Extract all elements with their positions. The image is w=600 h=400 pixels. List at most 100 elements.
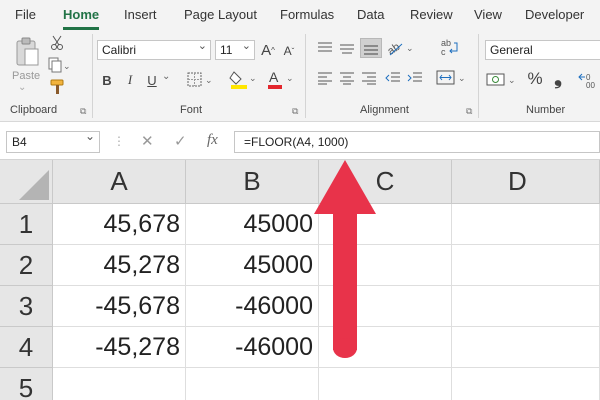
accounting-format-icon[interactable]: ⌄ xyxy=(486,70,520,90)
cell-b2[interactable]: 45000 xyxy=(186,245,319,286)
cell-b5[interactable] xyxy=(186,368,319,400)
cell-a3[interactable]: -45,678 xyxy=(53,286,186,327)
tab-file[interactable]: File xyxy=(15,7,36,22)
cell-b1[interactable]: 45000 xyxy=(186,204,319,245)
group-divider xyxy=(305,34,306,118)
svg-text:00: 00 xyxy=(586,81,595,89)
shrink-font-button[interactable]: Aˇ xyxy=(280,42,298,60)
underline-button[interactable]: U xyxy=(144,70,160,90)
middle-align-icon[interactable] xyxy=(338,40,356,56)
svg-text:A: A xyxy=(269,69,279,85)
select-all-corner[interactable] xyxy=(0,160,53,204)
cut-icon[interactable] xyxy=(48,34,66,52)
copy-icon[interactable]: ⌄ xyxy=(48,56,70,74)
increase-indent-icon[interactable] xyxy=(406,70,424,86)
tab-page-layout[interactable]: Page Layout xyxy=(184,7,257,22)
menu-bar: File Home Insert Page Layout Formulas Da… xyxy=(0,0,600,30)
font-name-select[interactable]: Calibri xyxy=(97,39,211,60)
group-divider xyxy=(92,34,93,118)
paste-dropdown-icon[interactable]: ⌄ xyxy=(18,82,26,93)
number-format-select[interactable]: General xyxy=(485,40,600,60)
orientation-icon[interactable]: ab ⌄ xyxy=(386,38,416,58)
ribbon: Paste ⌄ ⌄ Clipboard ⧉ Calibri 11 A^ Aˇ B… xyxy=(0,30,600,122)
svg-text:ab: ab xyxy=(386,41,402,58)
borders-icon[interactable]: ⌄ xyxy=(186,70,216,90)
cell-d1[interactable] xyxy=(452,204,600,245)
cell-a2[interactable]: 45,278 xyxy=(53,245,186,286)
formula-bar: B4 ⋮ ✕ ✓ fx =FLOOR(A4, 1000) xyxy=(0,122,600,160)
tab-home[interactable]: Home xyxy=(63,7,99,22)
alignment-launcher-icon[interactable]: ⧉ xyxy=(466,106,472,117)
row-header-5[interactable]: 5 xyxy=(0,368,53,400)
percent-style-button[interactable]: % xyxy=(526,69,544,89)
column-header-b[interactable]: B xyxy=(186,160,319,204)
grow-font-button[interactable]: A ^ xyxy=(259,40,277,60)
format-painter-icon[interactable] xyxy=(48,78,68,96)
align-right-icon[interactable] xyxy=(360,70,378,86)
paste-icon xyxy=(12,36,42,70)
svg-text:⌄: ⌄ xyxy=(205,75,213,85)
fill-color-icon[interactable]: ⌄ xyxy=(229,68,259,90)
tab-developer[interactable]: Developer xyxy=(525,7,584,22)
cell-d4[interactable] xyxy=(452,327,600,368)
red-arrow-icon xyxy=(314,160,376,358)
paste-button[interactable]: Paste xyxy=(12,70,40,82)
group-divider xyxy=(478,34,479,118)
column-header-d[interactable]: D xyxy=(452,160,600,204)
font-launcher-icon[interactable]: ⧉ xyxy=(292,106,298,117)
row-header-1[interactable]: 1 xyxy=(0,204,53,245)
align-center-icon[interactable] xyxy=(338,70,356,86)
cell-b4[interactable]: -46000 xyxy=(186,327,319,368)
formula-input[interactable]: =FLOOR(A4, 1000) xyxy=(234,131,600,153)
group-label-number: Number xyxy=(526,104,566,116)
svg-text:⌄: ⌄ xyxy=(249,73,257,83)
row-header-4[interactable]: 4 xyxy=(0,327,53,368)
group-label-font: Font xyxy=(180,104,203,116)
tab-formulas[interactable]: Formulas xyxy=(280,7,334,22)
cell-c5[interactable] xyxy=(319,368,452,400)
spreadsheet-grid: A B C D 1 2 3 4 5 45,678 45000 45,278 45… xyxy=(0,160,600,400)
svg-text:⌄: ⌄ xyxy=(63,61,70,71)
tab-data[interactable]: Data xyxy=(357,7,384,22)
merge-center-icon[interactable]: ⌄ xyxy=(436,68,468,88)
svg-text:c: c xyxy=(441,47,446,57)
more-options-icon[interactable]: ⋮ xyxy=(113,134,125,148)
column-header-a[interactable]: A xyxy=(53,160,186,204)
top-align-icon[interactable] xyxy=(316,40,334,56)
group-label-clipboard: Clipboard xyxy=(10,104,58,116)
tab-review[interactable]: Review xyxy=(410,7,453,22)
cell-a4[interactable]: -45,278 xyxy=(53,327,186,368)
italic-button[interactable]: I xyxy=(122,70,138,90)
increase-decimal-icon[interactable]: 0 00 xyxy=(577,70,599,90)
svg-text:⌄: ⌄ xyxy=(406,43,414,53)
insert-function-button[interactable]: fx xyxy=(207,132,218,149)
svg-text:⌄: ⌄ xyxy=(508,75,516,85)
tab-view[interactable]: View xyxy=(474,7,502,22)
tab-insert[interactable]: Insert xyxy=(124,7,157,22)
cell-a1[interactable]: 45,678 xyxy=(53,204,186,245)
comma-style-icon[interactable]: ❟ xyxy=(551,67,565,89)
underline-dropdown-icon[interactable]: ⌄ xyxy=(162,71,170,82)
row-header-2[interactable]: 2 xyxy=(0,245,53,286)
font-size-select[interactable]: 11 xyxy=(215,39,255,60)
bottom-align-icon[interactable] xyxy=(360,38,382,58)
bold-button[interactable]: B xyxy=(99,70,115,90)
decrease-indent-icon[interactable] xyxy=(384,70,402,86)
cell-d5[interactable] xyxy=(452,368,600,400)
cell-b3[interactable]: -46000 xyxy=(186,286,319,327)
grow-font-label: A xyxy=(261,41,272,59)
name-box[interactable]: B4 xyxy=(6,129,100,153)
cell-d3[interactable] xyxy=(452,286,600,327)
group-label-alignment: Alignment xyxy=(360,104,409,116)
wrap-text-icon[interactable]: ab c xyxy=(438,36,460,58)
align-left-icon[interactable] xyxy=(316,70,334,86)
svg-text:⌄: ⌄ xyxy=(458,73,466,83)
shrink-font-label: A xyxy=(283,44,292,58)
cell-a5[interactable] xyxy=(53,368,186,400)
cancel-icon[interactable]: ✕ xyxy=(141,132,154,150)
cell-d2[interactable] xyxy=(452,245,600,286)
enter-icon[interactable]: ✓ xyxy=(174,132,187,150)
clipboard-launcher-icon[interactable]: ⧉ xyxy=(80,106,86,117)
row-header-3[interactable]: 3 xyxy=(0,286,53,327)
font-color-icon[interactable]: A ⌄ xyxy=(266,68,296,90)
